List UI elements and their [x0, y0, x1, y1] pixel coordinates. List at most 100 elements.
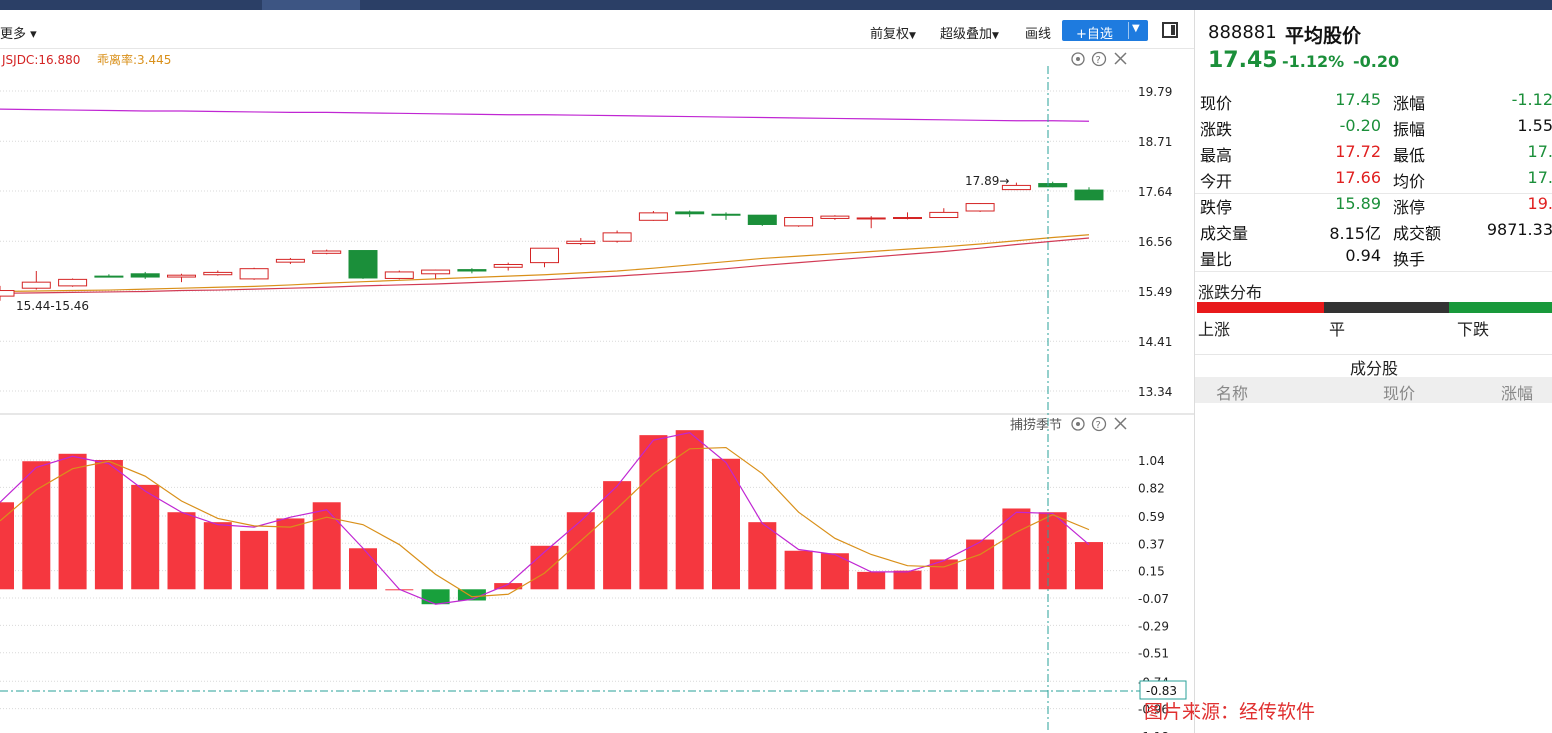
- price-tick-label: 14.41: [1138, 335, 1172, 349]
- nav-tab[interactable]: [770, 0, 868, 10]
- indicator-bar: [167, 512, 196, 590]
- nav-tab[interactable]: [262, 0, 360, 10]
- indicator-bar: [675, 430, 704, 590]
- nav-tab[interactable]: [980, 0, 1078, 10]
- symbol-code: 888881: [1208, 22, 1277, 43]
- close-icon[interactable]: [1114, 417, 1127, 430]
- help-glyph: ?: [1096, 55, 1101, 66]
- candle-body[interactable]: [893, 217, 922, 220]
- candle-body[interactable]: [820, 215, 850, 219]
- symbol-name: 平均股价: [1285, 25, 1362, 47]
- nav-tab[interactable]: [1420, 0, 1518, 10]
- more-menu[interactable]: 更多 ▾: [0, 23, 37, 42]
- candle-body[interactable]: [0, 290, 15, 297]
- indicator-bar: [639, 435, 668, 590]
- candle-body[interactable]: [747, 214, 777, 225]
- constituents-header: 名称 现价 涨幅: [1195, 377, 1552, 403]
- quote-row: 涨跌 -0.20 振幅 1.55: [1195, 114, 1552, 140]
- settings-dot: [1076, 422, 1080, 426]
- add-to-watchlist-button[interactable]: +自选 ▼: [1062, 20, 1148, 42]
- candle-body[interactable]: [856, 217, 886, 220]
- candle-body[interactable]: [1038, 183, 1068, 188]
- candle-body[interactable]: [784, 217, 814, 227]
- caret-down-icon: ▼: [992, 31, 999, 41]
- kline-chart-area[interactable]: 19.79 18.71 17.64 16.56 15.49 14.41 13.34 1.04…: [0, 48, 1194, 733]
- nav-tab[interactable]: [670, 0, 768, 10]
- indicator-bar: [857, 571, 886, 590]
- quote-label: 成交额: [1393, 224, 1442, 243]
- draw-line-button[interactable]: 画线: [1025, 23, 1051, 42]
- col-price[interactable]: 现价: [1383, 380, 1415, 404]
- candle-body[interactable]: [457, 269, 487, 272]
- nav-tab[interactable]: [1180, 0, 1278, 10]
- nav-tab[interactable]: [380, 0, 478, 10]
- indicator-tick-label: 0.15: [1138, 565, 1165, 579]
- flat-label: 平: [1329, 320, 1346, 339]
- chart-grid: [0, 90, 1130, 710]
- indicator-bar: [603, 481, 632, 590]
- close-icon[interactable]: [1114, 52, 1127, 65]
- candle-body[interactable]: [602, 232, 632, 242]
- candle-body[interactable]: [58, 278, 88, 287]
- quote-label: 均价: [1393, 172, 1426, 191]
- candle-body[interactable]: [493, 263, 523, 268]
- candle-body[interactable]: [94, 275, 124, 278]
- candle-body[interactable]: [566, 240, 596, 245]
- price-tick-label: 13.34: [1138, 385, 1172, 399]
- caret-down-icon: ▼: [909, 31, 916, 41]
- quote-label: 跌停: [1200, 198, 1233, 217]
- nav-tab[interactable]: [480, 0, 578, 10]
- change-percent: -1.12%: [1282, 52, 1345, 71]
- indicator-tick-label: 0.59: [1138, 510, 1165, 524]
- quote-value: 17.45: [1335, 90, 1381, 109]
- candle-body[interactable]: [929, 211, 959, 219]
- quote-value: 17.72: [1335, 142, 1381, 161]
- candle-body[interactable]: [275, 258, 305, 263]
- indicator-tick-label: 0.82: [1138, 481, 1165, 495]
- super-overlay-dropdown[interactable]: 超级叠加▼: [940, 23, 999, 42]
- indicator-bar: [893, 570, 922, 590]
- candle-body[interactable]: [384, 271, 414, 279]
- col-name[interactable]: 名称: [1216, 380, 1248, 404]
- candle-body[interactable]: [203, 271, 233, 276]
- indicator-tick-label: -0.51: [1138, 647, 1169, 661]
- indicator-bar: [1038, 512, 1067, 590]
- nav-tab[interactable]: [570, 0, 668, 10]
- candle-body[interactable]: [348, 250, 378, 279]
- nav-tab[interactable]: [1290, 0, 1388, 10]
- candle-body[interactable]: [312, 250, 342, 254]
- nav-tab[interactable]: [80, 0, 178, 10]
- candle-body[interactable]: [1074, 189, 1104, 201]
- candle-body[interactable]: [167, 274, 196, 278]
- caret-down-icon[interactable]: ▼: [1132, 23, 1140, 34]
- candle-body[interactable]: [638, 212, 668, 221]
- button-divider: [1128, 22, 1129, 39]
- down-label: 下跌: [1457, 320, 1490, 339]
- candle-body[interactable]: [675, 211, 705, 215]
- candle-body[interactable]: [239, 268, 269, 280]
- sub-indicator-name[interactable]: 捕捞季节: [1010, 417, 1062, 433]
- indicator-bar: [784, 550, 813, 590]
- settings-dot: [1076, 57, 1080, 61]
- constituents-title: 成分股: [1195, 354, 1552, 379]
- nav-tab[interactable]: [880, 0, 978, 10]
- quote-value: -1.12: [1511, 90, 1552, 109]
- distribution-title: 涨跌分布: [1198, 283, 1263, 302]
- candle-body[interactable]: [21, 281, 51, 289]
- nav-tab[interactable]: [1080, 0, 1178, 10]
- quote-value: 0.94: [1345, 246, 1381, 265]
- super-overlay-label: 超级叠加: [940, 27, 993, 42]
- candle-body[interactable]: [530, 247, 559, 264]
- quote-row: 现价 17.45 涨幅 -1.12: [1195, 88, 1552, 114]
- col-change[interactable]: 涨幅: [1501, 380, 1533, 404]
- sub-pane-controls: ?: [1071, 416, 1127, 432]
- nav-tab[interactable]: [170, 0, 268, 10]
- divider: [1195, 193, 1552, 194]
- candle-body[interactable]: [711, 213, 741, 216]
- price-adjust-dropdown[interactable]: 前复权▼: [870, 23, 916, 42]
- candle-body[interactable]: [965, 203, 995, 212]
- candle-body[interactable]: [421, 269, 451, 275]
- candle-body[interactable]: [130, 273, 160, 278]
- side-panel-toggle-icon[interactable]: [1162, 22, 1178, 38]
- last-price: 17.45: [1208, 48, 1278, 73]
